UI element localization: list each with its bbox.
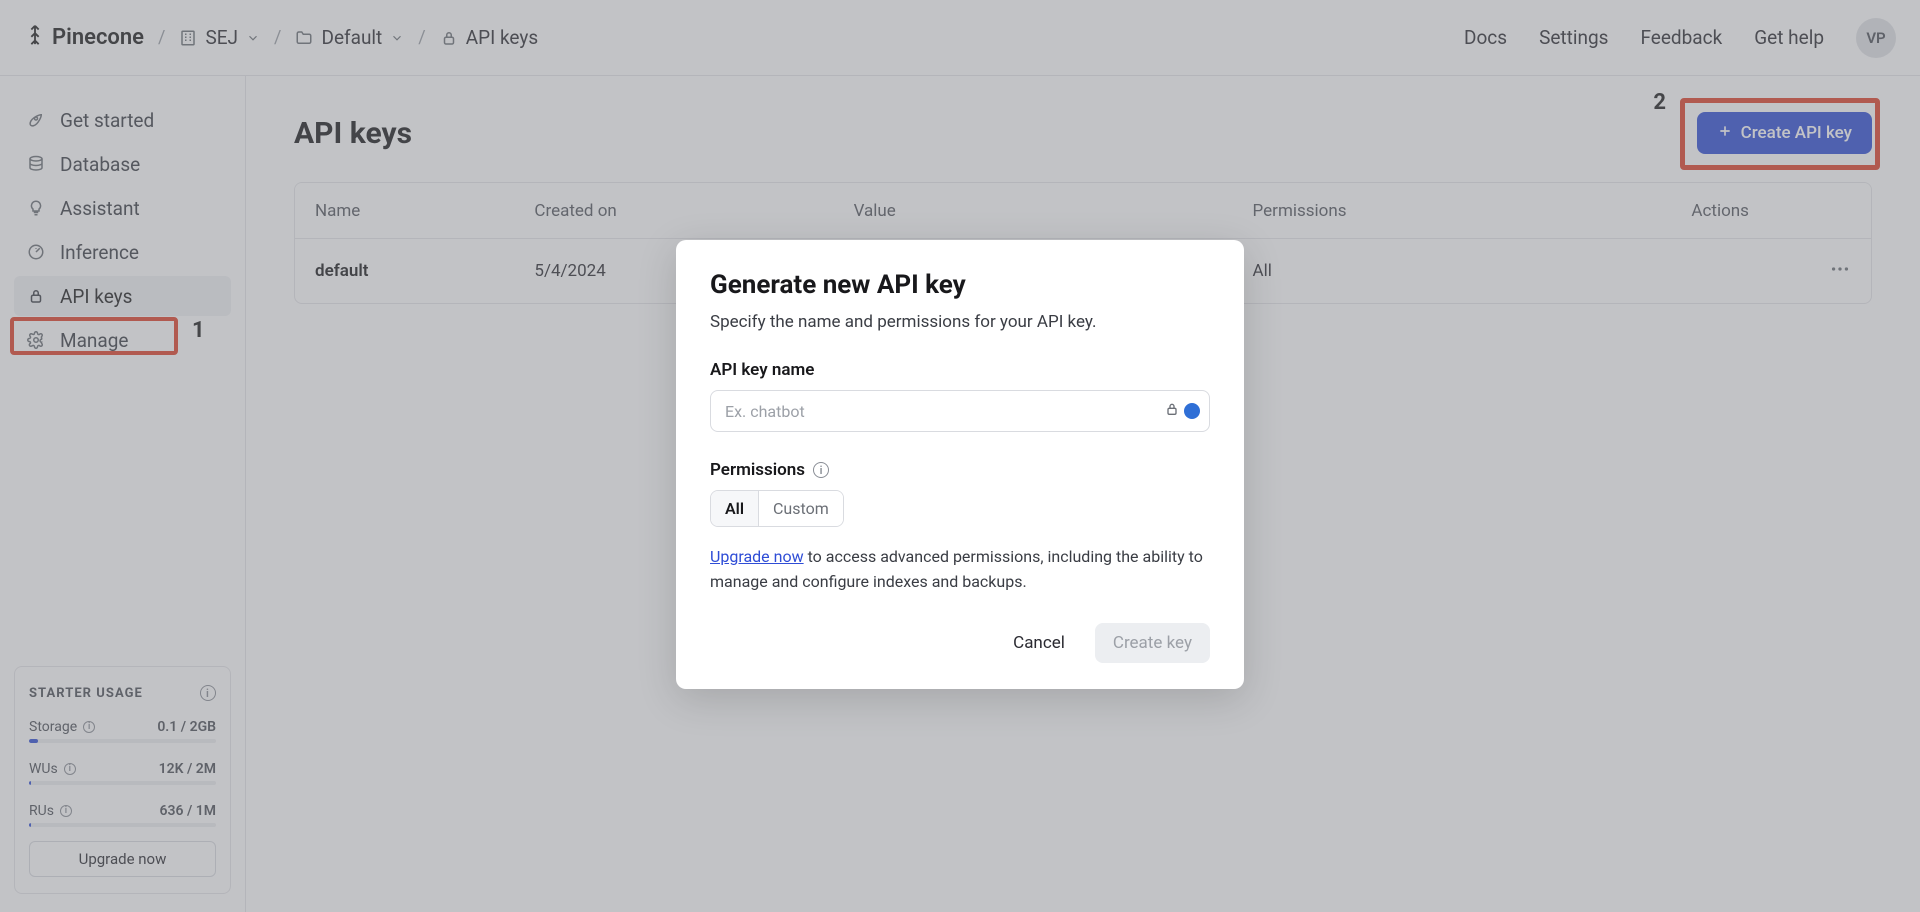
modal-title: Generate new API key <box>710 270 1210 300</box>
modal-overlay[interactable]: Generate new API key Specify the name an… <box>0 0 1920 912</box>
permissions-toggle: All Custom <box>710 490 844 527</box>
create-key-button[interactable]: Create key <box>1095 623 1210 663</box>
upgrade-link[interactable]: Upgrade now <box>710 547 804 566</box>
info-icon[interactable]: i <box>813 462 829 478</box>
modal-subtitle: Specify the name and permissions for you… <box>710 312 1210 332</box>
permissions-label: Permissions i <box>710 460 1210 480</box>
permissions-custom[interactable]: Custom <box>758 491 843 526</box>
generate-api-key-modal: Generate new API key Specify the name an… <box>676 240 1244 689</box>
api-key-name-input[interactable] <box>710 390 1210 432</box>
upgrade-note: Upgrade now to access advanced permissio… <box>710 545 1210 595</box>
suggestion-icon[interactable] <box>1184 403 1200 419</box>
api-key-name-label: API key name <box>710 360 1210 380</box>
modal-actions: Cancel Create key <box>710 623 1210 663</box>
permissions-all[interactable]: All <box>711 491 758 526</box>
api-key-name-input-wrap <box>710 390 1210 432</box>
lock-icon <box>1164 401 1180 421</box>
cancel-button[interactable]: Cancel <box>1003 625 1075 661</box>
